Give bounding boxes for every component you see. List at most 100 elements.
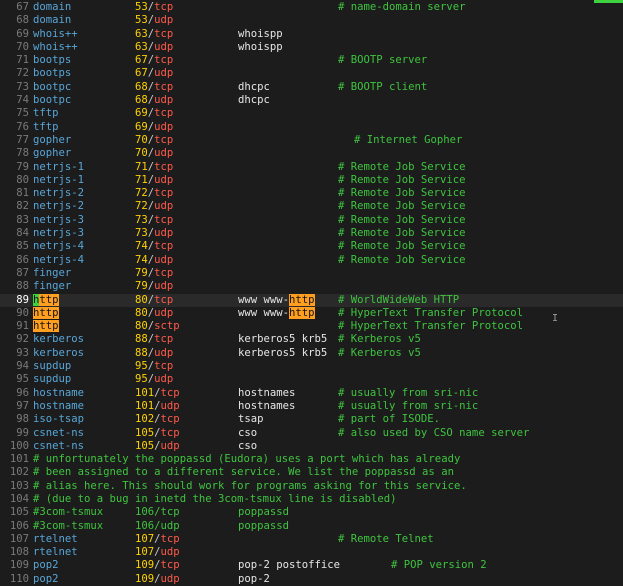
editor-line[interactable]: 79 netrjs-1 71/tcp # Remote Job Service	[0, 161, 623, 174]
port-protocol: 67/udp	[135, 67, 173, 80]
line-number: 73	[16, 80, 29, 93]
port-protocol: 102/tcp	[135, 413, 180, 426]
port-protocol: 80/udp	[135, 307, 173, 320]
service-name: hostname	[33, 399, 85, 412]
protocol: udp	[154, 94, 174, 107]
alias-text: pop-2 postoffice	[238, 559, 341, 572]
line-number: 76	[16, 120, 29, 133]
editor-line[interactable]: 92 kerberos 88/tcp kerberos5 krb5 # Kerberos…	[0, 333, 623, 346]
port-protocol: 53/tcp	[135, 1, 173, 14]
editor-line[interactable]: 78 gopher 70/udp	[0, 147, 623, 160]
search-match: http	[289, 306, 315, 319]
alias-text: kerberos5 krb5	[238, 346, 328, 359]
editor-line[interactable]: 110 pop2 109/udp pop-2	[0, 573, 623, 586]
editor-line[interactable]: 81 netrjs-2 72/tcp # Remote Job Service	[0, 187, 623, 200]
port-protocol: 68/tcp	[135, 81, 173, 94]
alias-text: kerberos5 krb5	[238, 333, 328, 346]
editor-line[interactable]: 98 iso-tsap 102/tcp tsap # part of ISODE.	[0, 413, 623, 426]
editor-line[interactable]: 82 netrjs-2 72/udp # Remote Job Service	[0, 200, 623, 213]
editor-line[interactable]: 76 tftp 69/udp	[0, 121, 623, 134]
protocol: tcp	[154, 80, 174, 93]
line-number: 89	[16, 293, 29, 306]
alias-list: poppassd	[238, 506, 289, 519]
editor-line[interactable]: 90 http 80/udp www www-http # HyperText Tran…	[0, 306, 623, 320]
port-protocol: 88/udp	[135, 347, 173, 360]
editor-line[interactable]: 93 kerberos 88/udp kerberos5 krb5 # Kerberos…	[0, 347, 623, 360]
service-name: netrjs-4	[33, 240, 85, 253]
line-number: 72	[16, 67, 29, 80]
protocol: tcp	[154, 240, 174, 253]
editor-line[interactable]: 95 supdup 95/udp	[0, 373, 623, 386]
editor-line[interactable]: 107 rtelnet 107/tcp # Remote Telnet	[0, 533, 623, 546]
alias-list: hostnames	[238, 387, 295, 400]
alias-list: www www-http	[238, 293, 315, 307]
editor-line[interactable]: 86 netrjs-4 74/udp # Remote Job Service	[0, 254, 623, 267]
editor-line[interactable]: 97 hostname 101/udp hostnames # usually from…	[0, 400, 623, 413]
editor-line[interactable]: 71 bootps 67/tcp # BOOTP server	[0, 54, 623, 67]
editor-line[interactable]: 108 rtelnet 107/udp	[0, 546, 623, 559]
editor-line[interactable]: 74 bootpc 68/udp dhcpc	[0, 94, 623, 107]
editor-line[interactable]: 67 domain 53/tcp # name-domain server	[0, 1, 623, 14]
editor-line[interactable]: 77 gopher 70/tcp # Internet Gopher	[0, 134, 623, 147]
text-editor[interactable]: 67 domain 53/tcp # name-domain server 68 doma…	[0, 1, 623, 586]
port-protocol: 106/udp	[135, 520, 180, 533]
editor-line[interactable]: 87 finger 79/tcp	[0, 267, 623, 280]
editor-line[interactable]: 96 hostname 101/tcp hostnames # usually from…	[0, 387, 623, 400]
port-number: 63	[135, 40, 148, 53]
alias-text: cso	[238, 439, 258, 452]
editor-line[interactable]: 94 supdup 95/tcp	[0, 360, 623, 373]
editor-line[interactable]: 70 whois++ 63/udp whoispp	[0, 41, 623, 54]
editor-line[interactable]: 84 netrjs-3 73/udp # Remote Job Service	[0, 227, 623, 240]
alias-list: kerberos5 krb5	[238, 347, 327, 360]
protocol: tcp	[154, 54, 174, 67]
editor-line[interactable]: 80 netrjs-1 71/udp # Remote Job Service	[0, 174, 623, 187]
editor-line[interactable]: 99 csnet-ns 105/tcp cso # also used by CSO n…	[0, 427, 623, 440]
service-name: http	[33, 306, 59, 320]
port-number: 88	[135, 346, 148, 359]
protocol: udp	[154, 253, 174, 266]
editor-line[interactable]: 103 # alias here. This should work for pr…	[0, 480, 623, 493]
editor-line[interactable]: 101 # unfortunately the poppassd (Eudora)…	[0, 453, 623, 466]
editor-line[interactable]: 85 netrjs-4 74/tcp # Remote Job Service	[0, 240, 623, 253]
editor-line[interactable]: 88 finger 79/udp	[0, 280, 623, 293]
editor-line[interactable]: 83 netrjs-3 73/tcp # Remote Job Service	[0, 214, 623, 227]
line-number: 110	[9, 572, 29, 585]
line-number: 86	[16, 253, 29, 266]
editor-line[interactable]: 69 whois++ 63/tcp whoispp	[0, 28, 623, 41]
service-name: http	[33, 293, 59, 307]
line-number: 103	[9, 479, 29, 492]
inline-comment: # Kerberos v5	[338, 346, 421, 359]
line-number: 96	[16, 386, 29, 399]
service-name: bootps	[33, 67, 72, 80]
editor-line[interactable]: 109 pop2 109/tcp pop-2 postoffice # POP vers…	[0, 559, 623, 572]
editor-line[interactable]: 105 #3com-tsmux 106/tcp poppassd	[0, 506, 623, 519]
protocol: tcp	[154, 107, 174, 120]
editor-line[interactable]: 106 #3com-tsmux 106/udp poppassd	[0, 520, 623, 533]
inline-comment: # Remote Job Service	[338, 253, 466, 266]
protocol: tcp	[160, 426, 180, 439]
service-name: #3com-tsmux	[33, 506, 104, 519]
editor-line[interactable]: 102 # been assigned to a different servic…	[0, 466, 623, 479]
line-number: 90	[16, 306, 29, 319]
inline-comment: # Remote Job Service	[338, 173, 466, 186]
editor-line[interactable]: 75 tftp 69/tcp	[0, 107, 623, 120]
line-number: 87	[16, 266, 29, 279]
service-name: hostname	[33, 386, 85, 399]
editor-line[interactable]: 91 http 80/sctp # HyperText Transfer Protoc…	[0, 320, 623, 333]
editor-line[interactable]: 89 http 80/tcp www www-http # WorldWideWeb H…	[0, 293, 623, 307]
editor-line[interactable]: 73 bootpc 68/tcp dhcpc # BOOTP client	[0, 81, 623, 94]
editor-line[interactable]: 72 bootps 67/udp	[0, 67, 623, 80]
inline-comment: # Remote Job Service	[338, 213, 466, 226]
service-name: whois++	[33, 40, 78, 53]
port-number: 73	[135, 213, 148, 226]
service-name: rtelnet	[33, 532, 78, 545]
port-protocol: 70/tcp	[135, 134, 173, 147]
line-number: 97	[16, 399, 29, 412]
editor-line[interactable]: 68 domain 53/udp	[0, 14, 623, 27]
line-number: 92	[16, 333, 29, 346]
editor-line[interactable]: 104 # (due to a bug in inetd the 3com-tsm…	[0, 493, 623, 506]
port-protocol: 70/udp	[135, 147, 173, 160]
port-protocol: 63/udp	[135, 41, 173, 54]
port-number: 79	[135, 266, 148, 279]
editor-line[interactable]: 100 csnet-ns 105/udp cso	[0, 440, 623, 453]
